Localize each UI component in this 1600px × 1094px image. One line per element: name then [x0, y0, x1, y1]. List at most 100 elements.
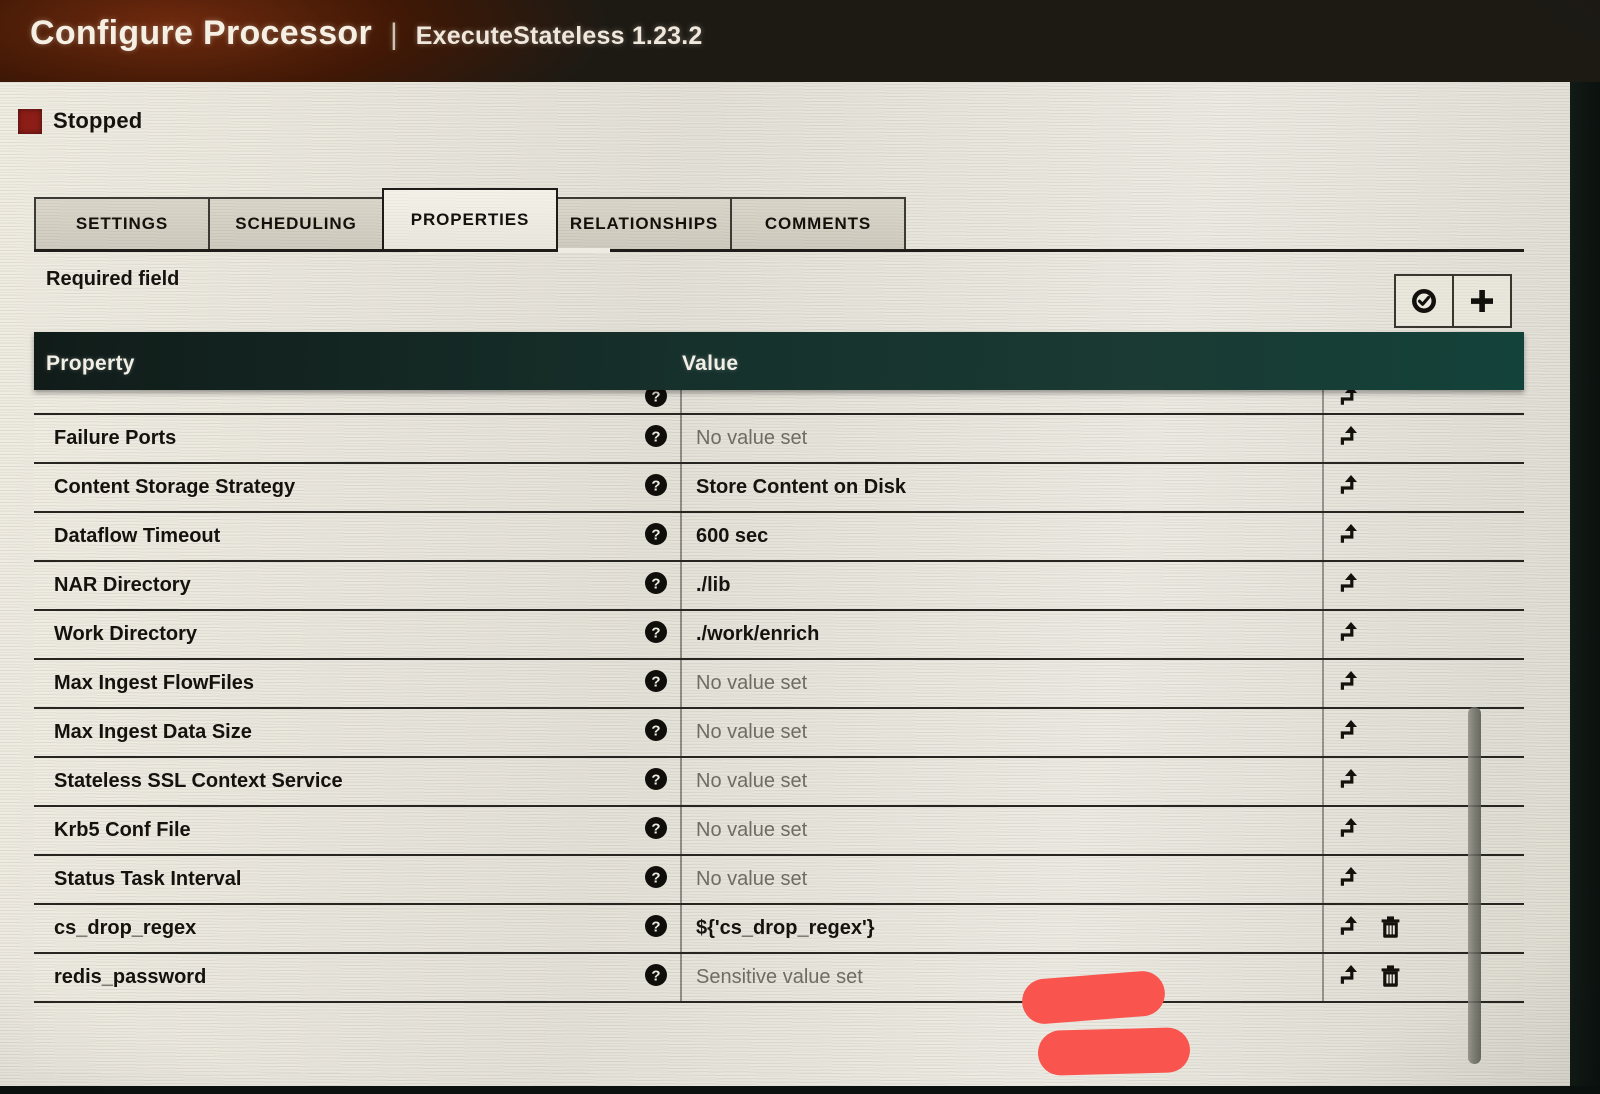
tab-relationships[interactable]: RELATIONSHIPS [556, 197, 732, 252]
revert-icon[interactable] [1340, 914, 1362, 943]
property-value[interactable]: No value set [696, 770, 807, 793]
processor-name-label: ExecuteStateless 1.23.2 [415, 22, 703, 50]
column-divider [680, 905, 682, 952]
column-divider [680, 390, 682, 413]
property-value[interactable]: No value set [696, 819, 807, 842]
title-separator: | [390, 18, 398, 51]
revert-icon[interactable] [1340, 865, 1362, 894]
check-circle-icon [1409, 286, 1439, 316]
svg-text:?: ? [651, 624, 660, 641]
tab-underline [34, 249, 1524, 252]
revert-icon[interactable] [1340, 767, 1362, 796]
property-value[interactable]: ${'cs_drop_regex'} [696, 917, 875, 940]
window-titlebar: Configure Processor | ExecuteStateless 1… [0, 0, 1600, 82]
row-actions [1340, 767, 1362, 796]
table-row[interactable]: NAR Directory? ./lib [34, 562, 1524, 611]
delete-icon[interactable] [1380, 964, 1401, 992]
property-name: Max Ingest FlowFiles [54, 672, 255, 694]
help-icon[interactable]: ? [644, 669, 668, 698]
help-icon[interactable]: ? [644, 571, 668, 600]
row-actions [1340, 620, 1362, 649]
column-divider [680, 611, 682, 658]
revert-icon[interactable] [1340, 571, 1362, 600]
column-divider [680, 660, 682, 707]
table-row[interactable]: Stateless SSL Context Service? No value s… [34, 758, 1524, 807]
actions-divider [1322, 709, 1324, 756]
actions-divider [1322, 758, 1324, 805]
column-header-property: Property [46, 352, 135, 375]
property-value[interactable]: ./lib [696, 574, 730, 597]
property-value[interactable]: No value set [696, 721, 807, 744]
table-row[interactable]: cs_drop_regex? ${'cs_drop_regex'} [34, 905, 1524, 954]
property-value[interactable]: Store Content on Disk [696, 476, 906, 499]
table-row[interactable]: ? [34, 390, 1524, 415]
properties-toolbar [1394, 274, 1512, 328]
help-icon[interactable]: ? [644, 522, 668, 551]
help-icon[interactable]: ? [644, 963, 668, 992]
tab-properties[interactable]: PROPERTIES [382, 188, 558, 252]
revert-icon[interactable] [1340, 963, 1362, 992]
property-value[interactable]: Sensitive value set [696, 966, 863, 989]
property-value[interactable]: 600 sec [696, 525, 768, 548]
property-name: Dataflow Timeout [54, 525, 221, 547]
required-field-label: Required field [46, 268, 180, 290]
table-row[interactable]: Max Ingest Data Size? No value set [34, 709, 1524, 758]
properties-table-header: Property Value [34, 332, 1524, 390]
column-divider [680, 807, 682, 854]
properties-scrollbar-thumb[interactable] [1468, 707, 1481, 1064]
row-actions [1340, 390, 1362, 413]
help-icon[interactable]: ? [644, 865, 668, 894]
row-actions [1340, 865, 1362, 894]
tab-settings[interactable]: SETTINGS [34, 197, 210, 252]
revert-icon[interactable] [1340, 620, 1362, 649]
revert-icon[interactable] [1340, 816, 1362, 845]
property-value[interactable]: No value set [696, 427, 807, 450]
help-icon[interactable]: ? [644, 718, 668, 747]
help-icon[interactable]: ? [644, 424, 668, 453]
row-actions [1340, 816, 1362, 845]
property-value[interactable]: ./work/enrich [696, 623, 819, 646]
tab-label: SCHEDULING [235, 214, 357, 233]
table-row[interactable]: redis_password? Sensitive value set [34, 954, 1524, 1003]
properties-table-body[interactable]: ? Failure Ports? No value set Content Stora… [34, 390, 1524, 1073]
revert-icon[interactable] [1340, 390, 1362, 413]
actions-divider [1322, 856, 1324, 903]
revert-icon[interactable] [1340, 424, 1362, 453]
column-divider [680, 709, 682, 756]
row-actions [1340, 963, 1401, 992]
svg-text:?: ? [651, 771, 660, 788]
tab-comments[interactable]: COMMENTS [730, 197, 906, 252]
property-name: Work Directory [54, 623, 198, 645]
revert-icon[interactable] [1340, 669, 1362, 698]
revert-icon[interactable] [1340, 718, 1362, 747]
table-row[interactable]: Max Ingest FlowFiles? No value set [34, 660, 1524, 709]
help-icon[interactable]: ? [644, 816, 668, 845]
help-icon[interactable]: ? [644, 767, 668, 796]
row-actions [1340, 718, 1362, 747]
verify-properties-button[interactable] [1394, 274, 1454, 328]
actions-divider [1322, 464, 1324, 511]
status-label: Stopped [53, 108, 143, 133]
table-row[interactable]: Krb5 Conf File? No value set [34, 807, 1524, 856]
revert-icon[interactable] [1340, 473, 1362, 502]
revert-icon[interactable] [1340, 522, 1362, 551]
help-icon[interactable]: ? [644, 473, 668, 502]
table-row[interactable]: Status Task Interval? No value set [34, 856, 1524, 905]
table-row[interactable]: Content Storage Strategy? Store Content o… [34, 464, 1524, 513]
property-name: NAR Directory [54, 574, 191, 596]
table-row[interactable]: Work Directory? ./work/enrich [34, 611, 1524, 660]
add-property-button[interactable] [1452, 274, 1512, 328]
delete-icon[interactable] [1380, 915, 1401, 943]
table-row[interactable]: Failure Ports? No value set [34, 415, 1524, 464]
help-icon[interactable]: ? [644, 914, 668, 943]
help-icon[interactable]: ? [644, 390, 668, 413]
table-row[interactable]: Dataflow Timeout? 600 sec [34, 513, 1524, 562]
property-value[interactable]: No value set [696, 672, 807, 695]
property-value[interactable]: No value set [696, 868, 807, 891]
property-name: redis_password [54, 966, 207, 988]
tab-scheduling[interactable]: SCHEDULING [208, 197, 384, 252]
status-indicator-square [18, 108, 42, 134]
tab-label: RELATIONSHIPS [569, 214, 719, 233]
row-actions [1340, 914, 1401, 943]
help-icon[interactable]: ? [644, 620, 668, 649]
